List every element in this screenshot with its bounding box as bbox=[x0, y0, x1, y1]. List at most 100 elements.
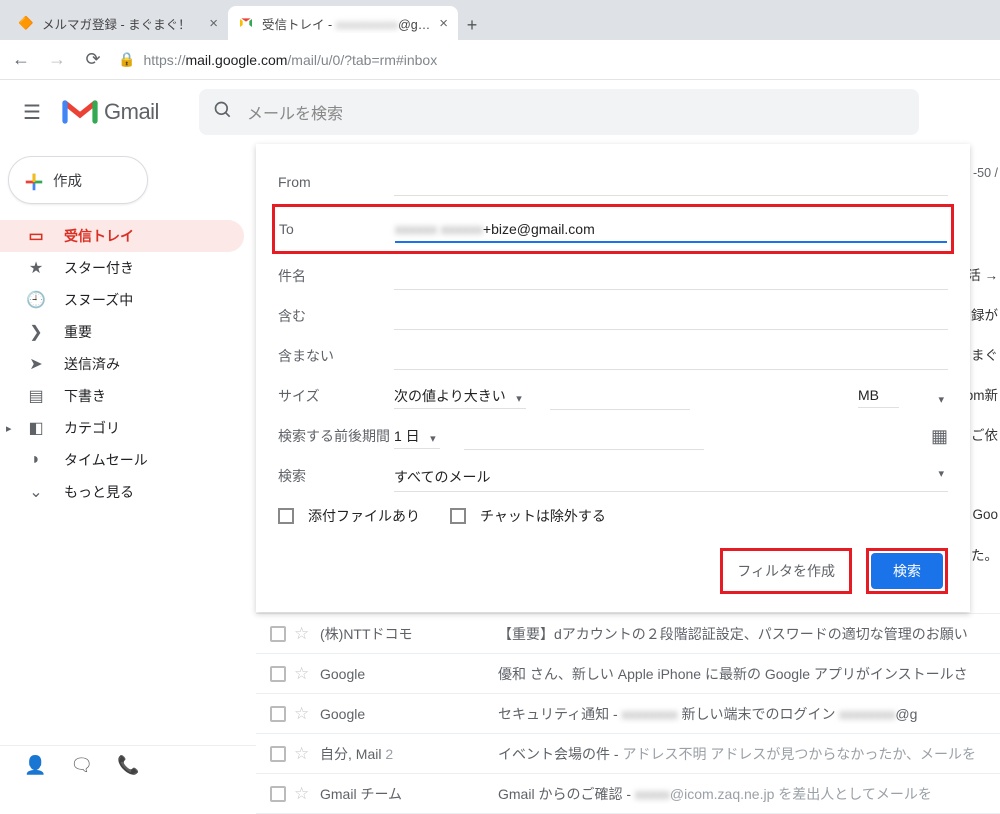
sidebar-item-label: もっと見る bbox=[64, 482, 134, 502]
search-placeholder: メールを検索 bbox=[247, 100, 343, 124]
star-icon[interactable]: ☆ bbox=[294, 624, 312, 644]
sidebar-item-label: 受信トレイ bbox=[64, 226, 134, 246]
sidebar-item-label: タイムセール bbox=[64, 450, 148, 470]
person-icon[interactable]: 👤 bbox=[24, 755, 46, 776]
star-icon[interactable]: ☆ bbox=[294, 784, 312, 804]
draft-icon: ▤ bbox=[26, 386, 46, 406]
to-input[interactable]: xxxxxx xxxxxx+bize@gmail.com bbox=[395, 215, 947, 243]
close-icon[interactable]: × bbox=[439, 15, 448, 32]
sidebar-item-starred[interactable]: ★ スター付き bbox=[0, 252, 244, 284]
date-range-value: 1 日 bbox=[394, 422, 440, 449]
sidebar-item-snoozed[interactable]: 🕘 スヌーズ中 bbox=[0, 284, 244, 316]
mail-subject: イベント会場の件 - アドレス不明 アドレスが見つからなかったか、メールを bbox=[498, 744, 1000, 764]
star-icon: ★ bbox=[26, 258, 46, 278]
mail-row[interactable]: ☆ Gmail チーム Gmail からのご確認 - xxxxx@icom.za… bbox=[256, 774, 1000, 814]
search-scope-select[interactable]: すべてのメール bbox=[394, 461, 948, 492]
advanced-search-panel: From To xxxxxx xxxxxx+bize@gmail.com 件名 … bbox=[256, 144, 970, 612]
size-operator-select[interactable]: 次の値より大きい bbox=[394, 386, 526, 406]
subject-input[interactable] bbox=[394, 263, 948, 290]
sidebar-item-inbox[interactable]: ▭ 受信トレイ bbox=[0, 220, 244, 252]
page-counter: -50 / bbox=[973, 166, 998, 180]
gmail-wordmark: Gmail bbox=[104, 99, 159, 125]
where-label: 検索 bbox=[278, 466, 394, 486]
to-row-highlight: To xxxxxx xxxxxx+bize@gmail.com bbox=[272, 204, 954, 254]
browser-tab-active[interactable]: 受信トレイ - xxxxxxxxxx@gma × bbox=[228, 6, 458, 40]
clock-icon: 🕘 bbox=[26, 290, 46, 310]
gmail-favicon bbox=[238, 15, 254, 31]
sent-icon: ➤ bbox=[26, 354, 46, 374]
has-label: 含む bbox=[278, 306, 394, 326]
gmail-header: ☰ Gmail メールを検索 bbox=[0, 80, 1000, 144]
close-icon[interactable]: × bbox=[209, 15, 218, 32]
phone-icon[interactable]: 📞 bbox=[117, 755, 139, 776]
mail-from: Gmail チーム bbox=[320, 784, 490, 804]
chevron-right-icon: ▸ bbox=[6, 422, 12, 435]
sidebar-item-drafts[interactable]: ▤ 下書き bbox=[0, 380, 244, 412]
row-checkbox[interactable] bbox=[270, 786, 286, 802]
mail-row[interactable]: ☆ Google 優和 さん、新しい Apple iPhone に最新の Goo… bbox=[256, 654, 1000, 694]
search-button[interactable]: 検索 bbox=[871, 553, 943, 589]
date-value-input[interactable] bbox=[464, 423, 704, 450]
star-icon[interactable]: ☆ bbox=[294, 704, 312, 724]
category-icon: ◧ bbox=[26, 418, 46, 438]
size-unit-select[interactable]: MB bbox=[858, 387, 948, 405]
checkbox-icon bbox=[450, 508, 466, 524]
mail-row[interactable]: ☆ 自分, Mail 2 イベント会場の件 - アドレス不明 アドレスが見つから… bbox=[256, 734, 1000, 774]
checkbox-icon bbox=[278, 508, 294, 524]
compose-button[interactable]: 作成 bbox=[8, 156, 148, 204]
sidebar-item-label: カテゴリ bbox=[64, 418, 120, 438]
has-words-input[interactable] bbox=[394, 303, 948, 330]
mail-row[interactable]: ☆ (株)NTTドコモ 【重要】dアカウントの２段階認証設定、パスワードの適切な… bbox=[256, 614, 1000, 654]
search-bar[interactable]: メールを検索 bbox=[199, 89, 919, 135]
sidebar-item-sent[interactable]: ➤ 送信済み bbox=[0, 348, 244, 380]
not-label: 含まない bbox=[278, 346, 394, 366]
calendar-icon[interactable]: ▦ bbox=[931, 426, 948, 447]
date-label: 検索する前後期間 bbox=[278, 426, 394, 446]
row-checkbox[interactable] bbox=[270, 626, 286, 642]
tab-favicon: 🔶 bbox=[18, 15, 34, 31]
from-input[interactable] bbox=[394, 169, 948, 196]
sidebar-item-more[interactable]: ⌄ もっと見る bbox=[0, 476, 244, 508]
compose-label: 作成 bbox=[53, 170, 82, 191]
plus-icon bbox=[23, 171, 41, 189]
address-bar[interactable]: 🔒 https://mail.google.com/mail/u/0/?tab=… bbox=[118, 51, 990, 68]
back-button[interactable]: ← bbox=[10, 49, 32, 70]
browser-tab[interactable]: 🔶 メルマガ登録 - まぐまぐ！ × bbox=[8, 6, 228, 40]
search-button-highlight: 検索 bbox=[866, 548, 948, 594]
hamburger-icon[interactable]: ☰ bbox=[12, 100, 52, 125]
search-scope-value: すべてのメール bbox=[394, 461, 948, 492]
sidebar-item-category[interactable]: ▸ ◧ カテゴリ bbox=[0, 412, 244, 444]
sidebar-item-important[interactable]: ❯ 重要 bbox=[0, 316, 244, 348]
sidebar-footer: 👤 🗨 📞 bbox=[0, 745, 256, 785]
sidebar-item-label: スヌーズ中 bbox=[64, 290, 133, 310]
inbox-icon: ▭ bbox=[26, 226, 46, 246]
forward-button[interactable]: → bbox=[46, 49, 68, 70]
mail-subject: セキュリティ通知 - xxxxxxxx 新しい端末でのログイン xxxxxxxx… bbox=[498, 704, 1000, 724]
mail-subject: Gmail からのご確認 - xxxxx@icom.zaq.ne.jp を差出人… bbox=[498, 784, 1000, 804]
mail-subject: 【重要】dアカウントの２段階認証設定、パスワードの適切な管理のお願い bbox=[498, 624, 1000, 644]
background-text-peeks: 活 → 録が まぐ om新 ご依 Goo た。 bbox=[966, 254, 1000, 574]
sidebar-item-label-timesale[interactable]: ◗ タイムセール bbox=[0, 444, 244, 476]
exclude-chats-checkbox[interactable]: チャットは除外する bbox=[450, 506, 606, 526]
mail-row[interactable]: ☆ Google セキュリティ通知 - xxxxxxxx 新しい端末でのログイン… bbox=[256, 694, 1000, 734]
url-path: /mail/u/0/?tab=rm#inbox bbox=[287, 52, 437, 68]
size-value-input[interactable] bbox=[550, 383, 690, 410]
hangouts-icon[interactable]: 🗨 bbox=[70, 755, 93, 776]
from-label: From bbox=[278, 174, 394, 190]
gmail-logo[interactable]: Gmail bbox=[62, 98, 159, 126]
row-checkbox[interactable] bbox=[270, 746, 286, 762]
has-attachment-checkbox[interactable]: 添付ファイルあり bbox=[278, 506, 420, 526]
star-icon[interactable]: ☆ bbox=[294, 744, 312, 764]
mail-subject: 優和 さん、新しい Apple iPhone に最新の Google アプリがイ… bbox=[498, 664, 1000, 684]
sidebar: 作成 ▭ 受信トレイ ★ スター付き 🕘 スヌーズ中 ❯ 重要 ➤ 送信済み ▤… bbox=[0, 144, 256, 745]
row-checkbox[interactable] bbox=[270, 706, 286, 722]
create-filter-button[interactable]: フィルタを作成 bbox=[720, 548, 852, 594]
not-words-input[interactable] bbox=[394, 343, 948, 370]
date-range-select[interactable]: 1 日 bbox=[394, 426, 440, 446]
reload-button[interactable]: ⟳ bbox=[82, 49, 104, 70]
peek-text: ご依 bbox=[966, 414, 1000, 454]
peek-text: まぐ bbox=[966, 334, 1000, 374]
row-checkbox[interactable] bbox=[270, 666, 286, 682]
star-icon[interactable]: ☆ bbox=[294, 664, 312, 684]
new-tab-button[interactable]: + bbox=[458, 15, 486, 40]
